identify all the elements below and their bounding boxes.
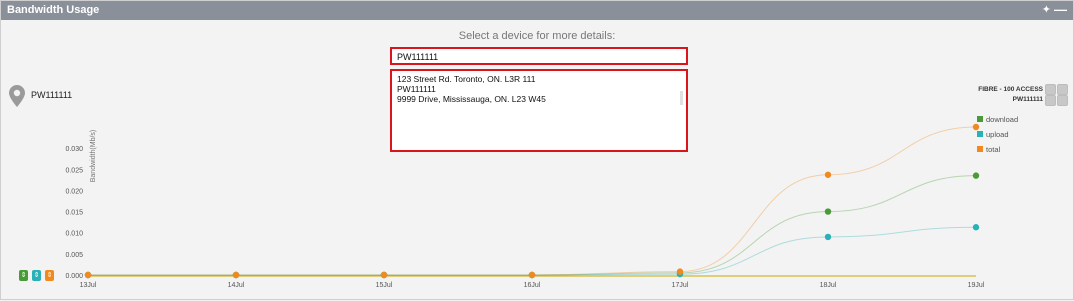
access-button[interactable]	[1045, 95, 1056, 106]
minimize-icon[interactable]: —	[1054, 2, 1067, 17]
data-point	[528, 271, 536, 279]
legend-swatch	[977, 131, 983, 137]
access-button[interactable]	[1045, 84, 1056, 95]
x-tick-label: 17Jul	[672, 282, 689, 289]
data-point	[972, 123, 980, 131]
data-point	[824, 171, 832, 178]
y-tick-label: 0.000	[65, 273, 83, 280]
x-tick-label: 19Jul	[968, 282, 985, 289]
data-point	[972, 172, 980, 179]
access-device: PW111111	[1012, 96, 1043, 103]
data-point	[232, 271, 240, 279]
access-button[interactable]	[1057, 84, 1068, 95]
device-option[interactable]: PW111111	[397, 84, 681, 94]
data-point	[676, 270, 684, 278]
data-point	[676, 268, 684, 275]
widget-titlebar: Bandwidth Usage ✦ —	[1, 1, 1073, 20]
data-point	[84, 271, 92, 279]
device-option[interactable]: 9999 Drive, Mississauga, ON. L23 W45	[397, 94, 681, 104]
data-point	[232, 271, 240, 279]
y-tick-label: 0.010	[65, 231, 83, 238]
access-info: FIBRE - 100 ACCESS PW111111	[978, 85, 1043, 105]
device-name: PW111111	[31, 90, 73, 100]
widget-title: Bandwidth Usage	[7, 4, 100, 16]
legend-swatch	[977, 116, 983, 122]
y-tick-label: 0.005	[65, 252, 83, 259]
data-point	[232, 271, 240, 279]
device-option[interactable]: 123 Street Rd. Toronto, ON. L3R 111	[397, 74, 681, 84]
x-tick-label: 14Jul	[228, 282, 245, 289]
data-point	[824, 233, 832, 241]
legend-swatch	[977, 146, 983, 152]
bandwidth-usage-widget: Bandwidth Usage ✦ — Select a device for …	[0, 0, 1074, 300]
arrow-up-down-icon[interactable]: ⇕	[19, 270, 28, 281]
data-point	[84, 271, 92, 279]
device-dropdown-list[interactable]: 123 Street Rd. Toronto, ON. L3R 111 PW11…	[390, 69, 688, 152]
y-axis-label: Bandwidth(Mb/s)	[90, 130, 97, 183]
data-point	[380, 271, 388, 279]
dropdown-scrollbar[interactable]	[680, 91, 683, 105]
device-search-input[interactable]: PW111111	[390, 47, 688, 65]
data-point	[528, 271, 536, 279]
data-point	[380, 271, 388, 279]
x-tick-label: 18Jul	[820, 282, 837, 289]
data-point	[824, 208, 832, 215]
legend-label: upload	[986, 130, 1009, 139]
location-pin-icon	[9, 85, 25, 107]
data-point	[84, 271, 92, 279]
series-line	[87, 175, 977, 276]
device-select-prompt: Select a device for more details:	[458, 30, 616, 42]
series-line	[87, 226, 977, 276]
access-button[interactable]	[1057, 95, 1068, 106]
data-point	[676, 269, 684, 277]
pin-icon[interactable]: ✦	[1042, 3, 1051, 16]
data-point	[972, 224, 980, 231]
data-point	[380, 271, 388, 279]
legend-label: total	[986, 145, 1001, 154]
arrow-up-down-icon[interactable]: ⇕	[45, 270, 54, 281]
arrow-up-down-icon[interactable]: ⇕	[32, 270, 41, 281]
y-tick-label: 0.020	[65, 188, 83, 195]
y-tick-label: 0.025	[65, 167, 83, 174]
access-label: FIBRE - 100 ACCESS	[978, 86, 1043, 93]
y-tick-label: 0.030	[65, 146, 83, 153]
legend-label: download	[986, 115, 1019, 124]
data-point	[528, 271, 536, 279]
x-tick-label: 13Jul	[80, 282, 97, 289]
x-tick-label: 16Jul	[524, 282, 541, 289]
y-tick-label: 0.015	[65, 210, 83, 217]
x-tick-label: 15Jul	[376, 282, 393, 289]
